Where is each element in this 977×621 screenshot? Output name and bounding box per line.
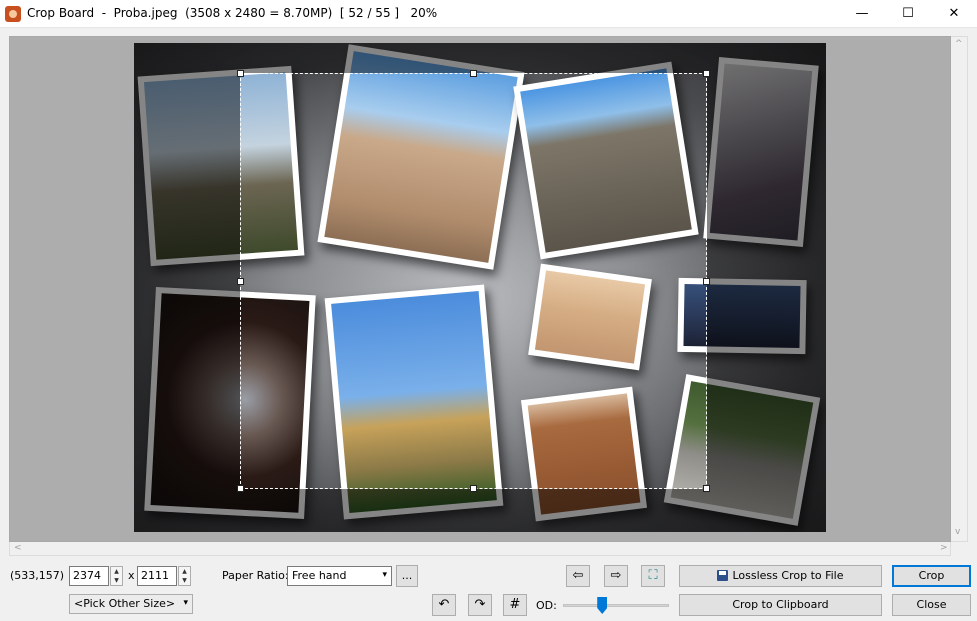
grid-icon: # [509,597,521,612]
scroll-up-arrow-icon[interactable]: ^ [955,39,963,49]
crop-height-spinner[interactable]: ▲ ▼ [178,566,191,586]
crop-button[interactable]: Crop [892,565,971,587]
crop-handle-br[interactable] [703,485,710,492]
crop-handle-r[interactable] [703,278,710,285]
paper-ratio-label: Paper Ratio: [222,569,289,582]
rotate-right-button[interactable]: ↷ [468,594,492,616]
crop-handle-l[interactable] [237,278,244,285]
crop-handle-b[interactable] [470,485,477,492]
pick-other-size-select[interactable]: <Pick Other Size> ▾ [69,594,193,614]
size-times-label: x [128,569,135,582]
cursor-coordinates: (533,157) [10,569,65,582]
crop-width-spinner[interactable]: ▲ ▼ [110,566,123,586]
image-viewport[interactable] [9,36,951,542]
rotate-right-icon: ↷ [474,597,486,612]
crop-to-clipboard-button[interactable]: Crop to Clipboard [679,594,882,616]
horizontal-scrollbar[interactable]: < > [9,542,951,556]
lossless-crop-label: Lossless Crop to File [732,569,844,582]
scroll-left-arrow-icon[interactable]: < [14,543,22,553]
crop-shade-left [134,43,240,532]
crop-handle-tl[interactable] [237,70,244,77]
crop-handle-t[interactable] [470,70,477,77]
arrow-left-icon: ⇦ [572,568,584,583]
paper-ratio-more-button[interactable]: ... [396,565,418,587]
rotate-left-button[interactable]: ↶ [432,594,456,616]
image-canvas[interactable] [134,43,826,532]
save-disk-icon [717,570,729,581]
od-slider-thumb[interactable] [597,597,608,614]
crop-shade-top [240,43,707,73]
crop-selection[interactable] [237,70,710,492]
crop-width-input[interactable]: 2374 [69,566,109,586]
chevron-down-icon: ▾ [382,570,387,580]
crop-height-input[interactable]: 2111 [137,566,177,586]
window-title: Crop Board - Proba.jpeg (3508 x 2480 = 8… [27,6,438,20]
title-bar: Crop Board - Proba.jpeg (3508 x 2480 = 8… [0,0,977,28]
rotate-left-icon: ↶ [438,597,450,612]
crop-handle-bl[interactable] [237,485,244,492]
close-button[interactable]: Close [892,594,971,616]
od-label: OD: [536,599,557,612]
close-window-button[interactable]: ✕ [931,0,977,28]
scroll-down-arrow-icon[interactable]: v [955,527,960,537]
crop-shade-right [707,43,826,532]
lossless-crop-button[interactable]: Lossless Crop to File [679,565,882,587]
paper-ratio-select[interactable]: Free hand ▾ [287,566,392,586]
app-icon [5,6,21,22]
grid-toggle-button[interactable]: # [503,594,527,616]
next-image-button[interactable]: ⇨ [604,565,628,587]
minimize-button[interactable]: — [839,0,885,28]
crop-shade-bottom [240,489,707,532]
fit-icon: ⛶ [648,568,658,583]
od-slider-track[interactable] [563,604,669,607]
vertical-scrollbar[interactable]: ^ v [951,36,968,542]
crop-handle-tr[interactable] [703,70,710,77]
fit-crop-button[interactable]: ⛶ [641,565,665,587]
chevron-down-icon: ▾ [183,598,188,608]
prev-image-button[interactable]: ⇦ [566,565,590,587]
paper-ratio-value: Free hand [292,569,347,582]
pick-other-size-value: <Pick Other Size> [74,597,176,610]
scroll-right-arrow-icon[interactable]: > [940,543,948,553]
arrow-right-icon: ⇨ [610,568,622,583]
maximize-button[interactable]: ☐ [885,0,931,28]
